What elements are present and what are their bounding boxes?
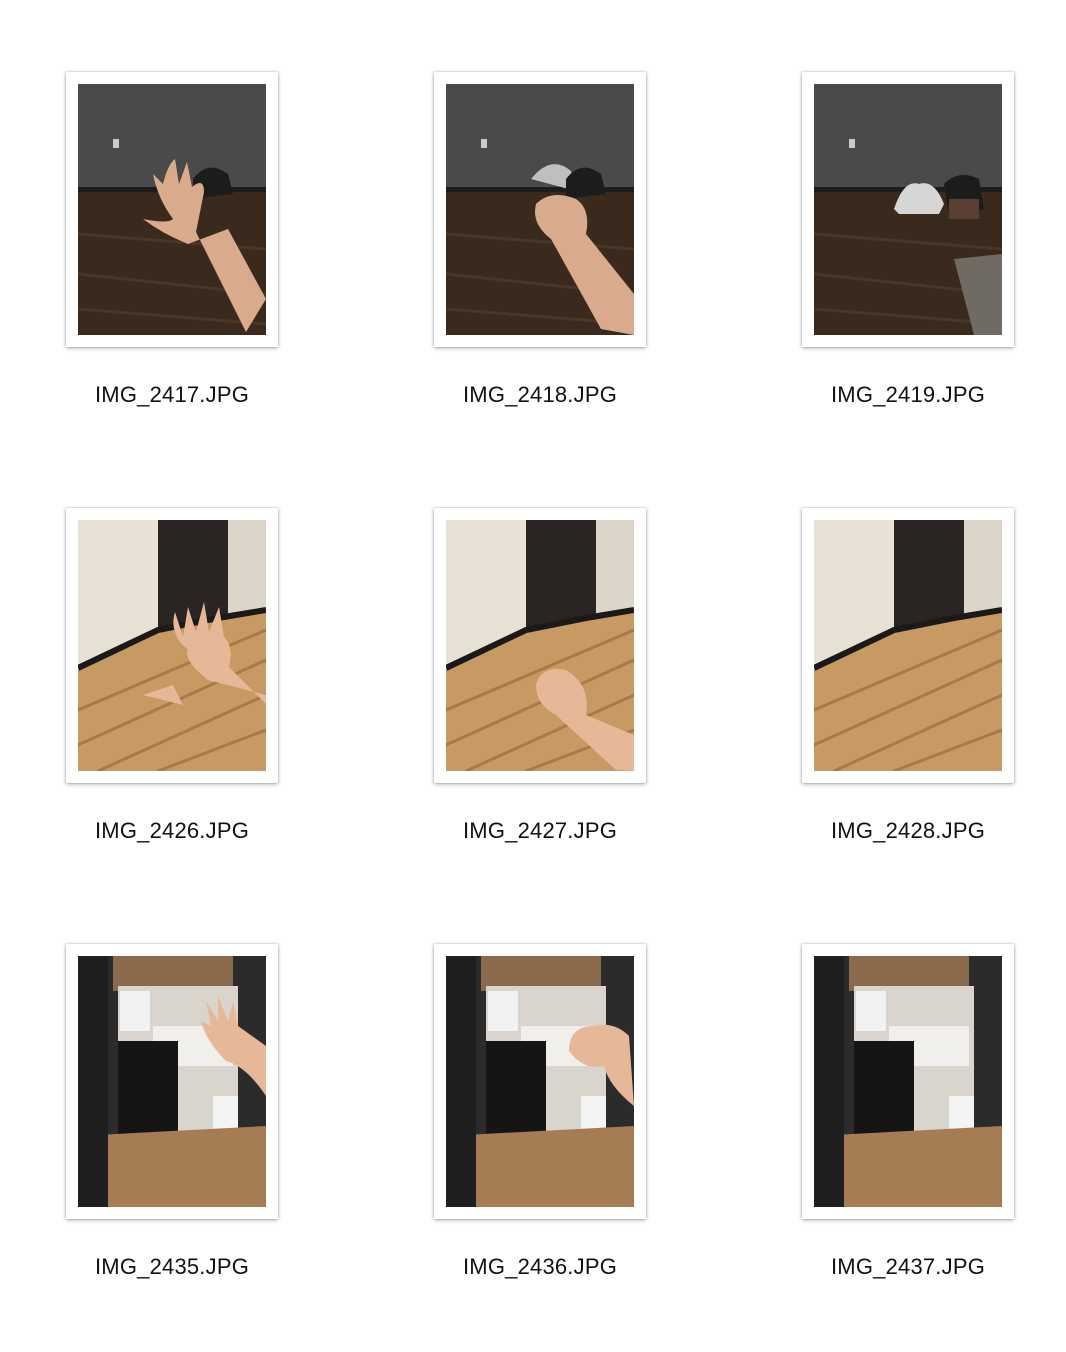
file-item[interactable]: IMG_2435.JPG (66, 944, 278, 1279)
thumbnail-image-hallway-floor (814, 520, 1002, 771)
file-item[interactable]: IMG_2426.JPG (66, 508, 278, 843)
file-item[interactable]: IMG_2436.JPG (434, 944, 646, 1279)
photo-thumbnail-frame[interactable] (434, 72, 646, 347)
thumbnail-image-hallway-floor-fist (446, 520, 634, 771)
photo-thumbnail-frame[interactable] (802, 508, 1014, 783)
photo-thumbnail-frame[interactable] (66, 508, 278, 783)
thumbnail-image-kitchen (814, 956, 1002, 1207)
photo-thumbnail (78, 956, 266, 1207)
photo-thumbnail (446, 956, 634, 1207)
photo-thumbnail-frame[interactable] (802, 944, 1014, 1219)
photo-thumbnail-frame[interactable] (802, 72, 1014, 347)
thumbnail-image-dark-room-fist (446, 84, 634, 335)
photo-thumbnail-frame[interactable] (66, 944, 278, 1219)
file-name-label[interactable]: IMG_2436.JPG (394, 1254, 686, 1280)
photo-thumbnail-frame[interactable] (434, 944, 646, 1219)
photo-thumbnail (814, 956, 1002, 1207)
file-name-label[interactable]: IMG_2417.JPG (26, 382, 318, 408)
file-name-label[interactable]: IMG_2435.JPG (26, 1254, 318, 1280)
file-icon-grid: IMG_2417.JPG IMG_2418.JPG IMG_2419.JPG I… (0, 0, 1066, 1352)
file-item[interactable]: IMG_2418.JPG (434, 72, 646, 407)
file-name-label[interactable]: IMG_2427.JPG (394, 818, 686, 844)
thumbnail-image-dark-room (814, 84, 1002, 335)
file-item[interactable]: IMG_2437.JPG (802, 944, 1014, 1279)
file-name-label[interactable]: IMG_2426.JPG (26, 818, 318, 844)
file-item[interactable]: IMG_2428.JPG (802, 508, 1014, 843)
photo-thumbnail (814, 84, 1002, 335)
thumbnail-image-dark-room-open-hand (78, 84, 266, 335)
file-name-label[interactable]: IMG_2418.JPG (394, 382, 686, 408)
photo-thumbnail (78, 84, 266, 335)
photo-thumbnail (78, 520, 266, 771)
photo-thumbnail-frame[interactable] (66, 72, 278, 347)
file-item[interactable]: IMG_2419.JPG (802, 72, 1014, 407)
file-item[interactable]: IMG_2417.JPG (66, 72, 278, 407)
thumbnail-image-hallway-floor-open-hand (78, 520, 266, 771)
photo-thumbnail (446, 520, 634, 771)
thumbnail-image-kitchen-fist (446, 956, 634, 1207)
file-name-label[interactable]: IMG_2419.JPG (762, 382, 1054, 408)
file-item[interactable]: IMG_2427.JPG (434, 508, 646, 843)
file-name-label[interactable]: IMG_2437.JPG (762, 1254, 1054, 1280)
photo-thumbnail (814, 520, 1002, 771)
photo-thumbnail-frame[interactable] (434, 508, 646, 783)
photo-thumbnail (446, 84, 634, 335)
file-name-label[interactable]: IMG_2428.JPG (762, 818, 1054, 844)
thumbnail-image-kitchen-open-hand (78, 956, 266, 1207)
